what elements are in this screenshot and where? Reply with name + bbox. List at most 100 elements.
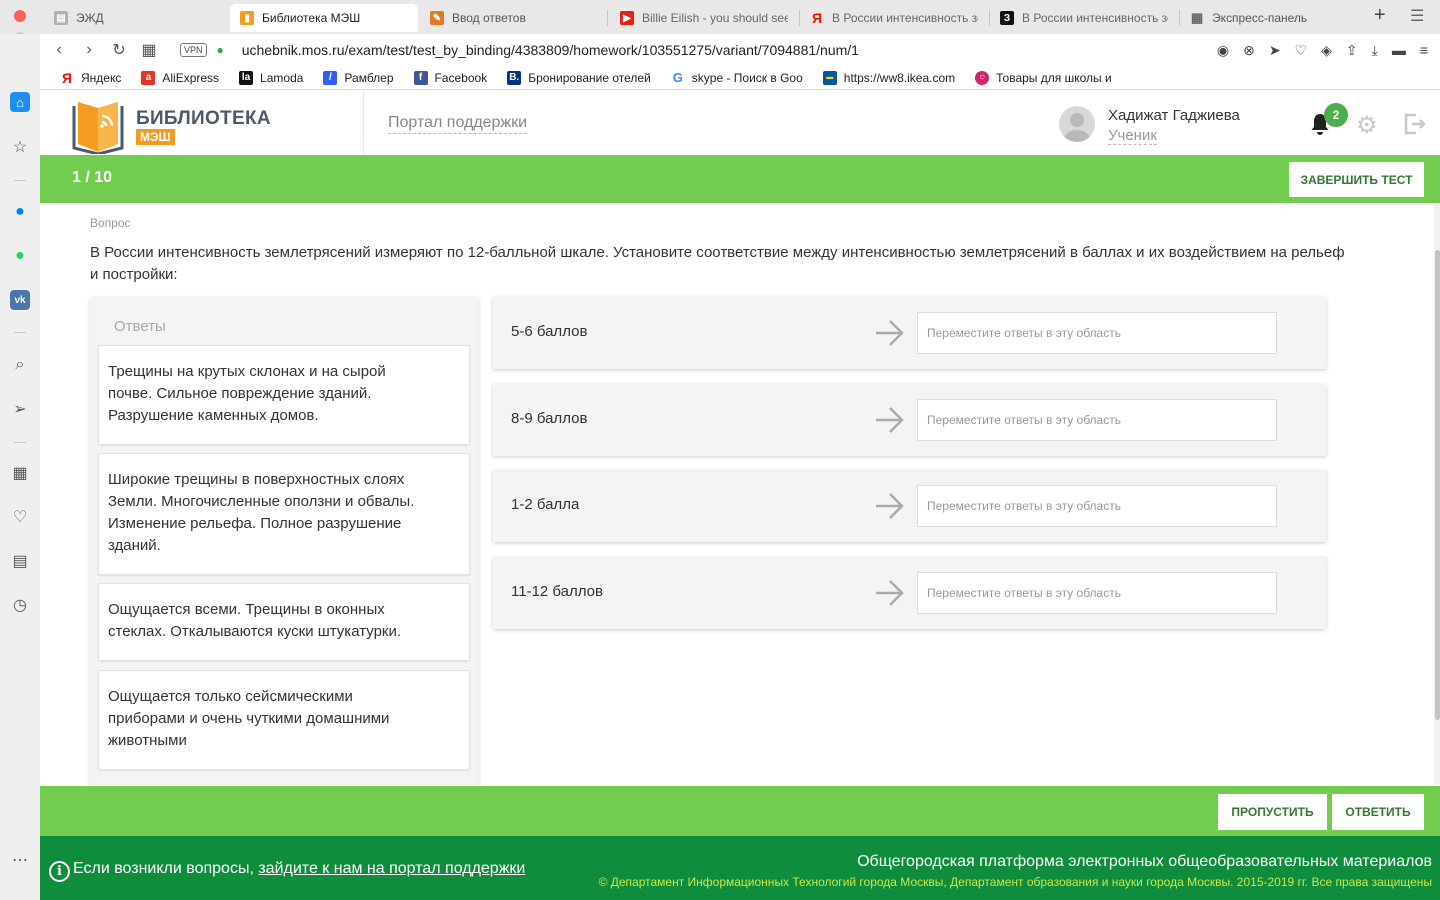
user-role[interactable]: Ученик xyxy=(1108,127,1157,145)
arrow-right-icon xyxy=(876,320,904,346)
facebook-icon: f xyxy=(413,70,428,85)
shop-icon: ○ xyxy=(975,70,990,85)
avatar[interactable] xyxy=(1059,106,1095,142)
download-icon[interactable]: ⤓ xyxy=(1372,42,1378,59)
send-icon[interactable]: ➤ xyxy=(1269,42,1281,59)
blog-icon: ✎ xyxy=(430,11,444,25)
home-icon[interactable]: ⌂ xyxy=(10,92,30,112)
logo-title[interactable]: БИБЛИОТЕКА xyxy=(136,108,271,130)
back-icon[interactable]: ‹ xyxy=(48,41,70,59)
tab-znanija[interactable]: З В России интенсивность земл xyxy=(990,4,1178,32)
more-icon[interactable]: ⋯ xyxy=(10,850,30,870)
history-icon[interactable]: ◷ xyxy=(10,595,30,615)
answer-card[interactable]: Ощущается всеми. Трещины в оконных стекл… xyxy=(98,583,470,661)
url-field[interactable]: uchebnik.mos.ru/exam/test/test_by_bindin… xyxy=(242,42,859,58)
library-icon: ▮ xyxy=(240,11,254,25)
document-icon: ▤ xyxy=(54,11,68,25)
answer-card[interactable]: Ощущается только сейсмическими приборами… xyxy=(98,670,470,770)
match-label: 1-2 балла xyxy=(511,496,580,513)
bookmark-rambler[interactable]: / Рамблер xyxy=(323,70,394,85)
tab-answers-input[interactable]: ✎ Ввод ответов xyxy=(420,4,606,32)
block-icon[interactable]: ⊗ xyxy=(1243,42,1255,59)
answer-card[interactable]: Трещины на крутых склонах и на сырой поч… xyxy=(98,345,470,445)
booking-icon: B. xyxy=(507,70,522,85)
lock-icon[interactable]: ● xyxy=(217,43,224,57)
page: БИБЛИОТЕКА МЭШ Портал поддержки Хадижат … xyxy=(40,90,1440,900)
messenger-icon[interactable]: ● xyxy=(10,202,30,222)
notifications-badge[interactable]: 2 xyxy=(1324,103,1348,127)
tab-youtube[interactable]: ▶ Billie Eilish - you should see me xyxy=(610,4,798,32)
apps-icon[interactable]: ▦ xyxy=(10,463,30,483)
snapshot-icon[interactable]: ◉ xyxy=(1217,42,1229,59)
bookmark-yandex[interactable]: Я Яндекс xyxy=(60,69,121,86)
address-bar: ‹ › ↻ ▦ VPN ● uchebnik.mos.ru/exam/test/… xyxy=(40,34,1440,66)
tab-separator xyxy=(607,10,608,26)
star-icon[interactable]: ☆ xyxy=(10,137,30,157)
match-row: 11-12 баллов Переместите ответы в эту об… xyxy=(493,557,1326,629)
tabs-grid-icon[interactable]: ▦ xyxy=(138,40,160,60)
grid-icon: ▦ xyxy=(1190,10,1204,25)
vk-icon[interactable]: vk xyxy=(10,290,30,310)
bookmark-booking[interactable]: B. Бронирование отелей xyxy=(507,70,651,85)
bookmark-ikea[interactable]: ▬ https://ww8.ikea.com xyxy=(822,70,955,85)
footer-support-link[interactable]: зайдите к нам на портал поддержки xyxy=(258,860,525,877)
share-icon[interactable]: ⇪ xyxy=(1346,42,1358,59)
user-name[interactable]: Хадижат Гаджиева xyxy=(1108,107,1240,124)
finish-test-button[interactable]: ЗАВЕРШИТЬ ТЕСТ xyxy=(1289,162,1424,197)
search-icon[interactable]: ⌕ xyxy=(10,355,30,375)
yandex-icon: Я xyxy=(811,10,823,26)
library-logo-icon[interactable] xyxy=(72,98,124,154)
ikea-icon: ▬ xyxy=(822,70,837,85)
vpn-badge[interactable]: VPN xyxy=(180,43,207,57)
answer-button[interactable]: ОТВЕТИТЬ xyxy=(1332,794,1424,830)
answers-title: Ответы xyxy=(114,318,166,335)
logout-icon[interactable] xyxy=(1402,112,1426,136)
heart-icon[interactable]: ♡ xyxy=(1295,42,1308,59)
scrollbar-thumb[interactable] xyxy=(1435,250,1440,720)
news-icon[interactable]: ▤ xyxy=(10,551,30,571)
bookmark-school-goods[interactable]: ○ Товары для школы и xyxy=(975,70,1112,85)
support-portal-link[interactable]: Портал поддержки xyxy=(388,114,528,134)
footer-question-prefix: Если возникли вопросы, xyxy=(73,860,254,877)
bookmark-lamoda[interactable]: la Lamoda xyxy=(239,70,303,85)
tab-express-panel[interactable]: ▦ Экспресс-панель xyxy=(1180,4,1368,32)
match-label: 11-12 баллов xyxy=(511,583,603,600)
new-tab-icon[interactable]: + xyxy=(1374,4,1386,27)
sidebar-separator xyxy=(14,180,26,181)
bookmark-label: Бронирование отелей xyxy=(528,70,651,85)
answer-drop-zone[interactable]: Переместите ответы в эту область xyxy=(917,312,1277,354)
question-text: В России интенсивность землетрясений изм… xyxy=(90,244,1345,283)
battery-icon[interactable]: ▬ xyxy=(1392,42,1406,59)
answer-drop-zone[interactable]: Переместите ответы в эту область xyxy=(917,572,1277,614)
whatsapp-icon[interactable]: ● xyxy=(10,246,30,266)
browser-sidebar: ⌂ ☆ ● ● vk ⌕ ➢ ▦ ♡ ▤ ◷ ⋯ xyxy=(0,34,40,900)
bookmark-aliexpress[interactable]: a AliExpress xyxy=(141,70,219,85)
arrow-right-icon xyxy=(876,493,904,519)
tab-title: Billie Eilish - you should see me xyxy=(642,11,788,25)
bookmark-facebook[interactable]: f Facebook xyxy=(413,70,487,85)
tab-menu-icon[interactable]: ☰ xyxy=(1410,6,1424,26)
answer-card[interactable]: Широкие трещины в поверхностных слоях Зе… xyxy=(98,453,470,575)
skip-button[interactable]: ПРОПУСТИТЬ xyxy=(1218,794,1327,830)
tab-ejd[interactable]: ▤ ЭЖД xyxy=(44,4,230,32)
logo-subtitle[interactable]: МЭШ xyxy=(136,129,175,145)
gear-icon[interactable]: ⚙ xyxy=(1356,114,1378,138)
heart-icon[interactable]: ♡ xyxy=(10,507,30,527)
answer-drop-zone[interactable]: Переместите ответы в эту область xyxy=(917,399,1277,441)
test-progress-bar: 1 / 10 ЗАВЕРШИТЬ ТЕСТ xyxy=(40,155,1440,203)
google-icon: G xyxy=(672,70,683,85)
send-icon[interactable]: ➢ xyxy=(10,399,30,419)
forward-icon[interactable]: › xyxy=(78,41,100,59)
reload-icon[interactable]: ↻ xyxy=(108,40,130,60)
menu-icon[interactable]: ≡ xyxy=(1420,42,1428,59)
close-window-icon[interactable] xyxy=(14,10,26,22)
answers-pool: Ответы Трещины на крутых склонах и на сы… xyxy=(90,297,479,797)
bookmark-google-skype[interactable]: Gskype - Поиск в Goo xyxy=(671,70,803,85)
extension-icon[interactable]: ◈ xyxy=(1321,42,1332,59)
tab-title: Библиотека МЭШ xyxy=(262,11,361,25)
tab-yandex-search[interactable]: Я В России интенсивность земл xyxy=(800,4,988,32)
match-row: 8-9 баллов Переместите ответы в эту обла… xyxy=(493,384,1326,456)
tab-library-mesh[interactable]: ▮ Библиотека МЭШ xyxy=(230,4,418,32)
yandex-icon: Я xyxy=(61,69,73,86)
answer-drop-zone[interactable]: Переместите ответы в эту область xyxy=(917,485,1277,527)
